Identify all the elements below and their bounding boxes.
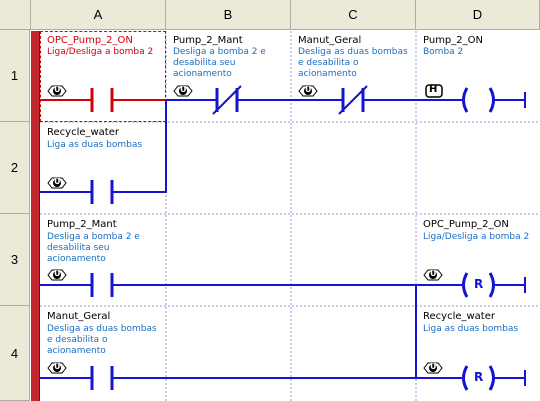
badge-letter: U xyxy=(430,362,437,371)
desc-d4-line1: Liga as duas bombas xyxy=(423,324,519,334)
badge-letter: U xyxy=(430,269,437,278)
badge-letter: U xyxy=(180,85,187,94)
tag-d4[interactable]: Recycle_water xyxy=(423,311,495,322)
desc-b1-line2: desabilita seu xyxy=(173,58,236,68)
desc-c1-line2: e desabilita o xyxy=(298,58,359,68)
tag-a2[interactable]: Recycle_water xyxy=(47,127,119,138)
tag-b1[interactable]: Pump_2_Mant xyxy=(173,35,243,46)
badge-icon-a4: U xyxy=(47,361,67,375)
desc-a1-line1: Liga/Desliga a bomba 2 xyxy=(47,47,154,57)
hold-icon-d1: H xyxy=(425,84,443,98)
badge-icon-a2: U xyxy=(47,176,67,190)
desc-b1-line3: acionamento xyxy=(173,69,232,79)
badge-icon-b1: U xyxy=(173,84,193,98)
desc-a2-line1: Liga as duas bombas xyxy=(47,140,143,150)
desc-a3-line1: Desliga a bomba 2 e xyxy=(47,232,140,242)
desc-d3-line1: Liga/Desliga a bomba 2 xyxy=(423,232,530,242)
desc-a3-line2: desabilita seu xyxy=(47,243,110,253)
rung-1 xyxy=(40,85,526,115)
badge-icon-c1: U xyxy=(298,84,318,98)
tag-c1[interactable]: Manut_Geral xyxy=(298,35,361,46)
desc-a3-line3: acionamento xyxy=(47,254,106,264)
desc-d1-line1: Bomba 2 xyxy=(423,47,464,57)
desc-a4-line2: e desabilita o xyxy=(47,335,108,345)
desc-c1-line1: Desliga as duas bombas xyxy=(298,47,408,57)
hold-letter: H xyxy=(429,84,438,95)
badge-letter: U xyxy=(305,85,312,94)
badge-letter: U xyxy=(54,362,61,371)
tag-d1[interactable]: Pump_2_ON xyxy=(423,35,483,46)
rung-4 xyxy=(40,365,526,391)
badge-icon-d4: U xyxy=(423,361,443,375)
badge-letter: U xyxy=(54,177,61,186)
desc-b1-line1: Desliga a bomba 2 e xyxy=(173,47,266,57)
badge-icon-d3: U xyxy=(423,268,443,282)
badge-letter: U xyxy=(54,85,61,94)
desc-a4-line3: acionamento xyxy=(47,346,106,356)
badge-icon-a3: U xyxy=(47,268,67,282)
badge-icon-a1: U xyxy=(47,84,67,98)
badge-letter: U xyxy=(54,269,61,278)
desc-c1-line3: acionamento xyxy=(298,69,357,79)
desc-a4-line1: Desliga as duas bombas xyxy=(47,324,157,334)
reset-coil-letter-d3: R xyxy=(474,277,484,291)
tag-a3[interactable]: Pump_2_Mant xyxy=(47,219,117,230)
tag-a4[interactable]: Manut_Geral xyxy=(47,311,110,322)
tag-a1[interactable]: OPC_Pump_2_ON xyxy=(47,35,133,46)
tag-d3[interactable]: OPC_Pump_2_ON xyxy=(423,219,509,230)
reset-coil-letter-d4: R xyxy=(474,370,484,384)
